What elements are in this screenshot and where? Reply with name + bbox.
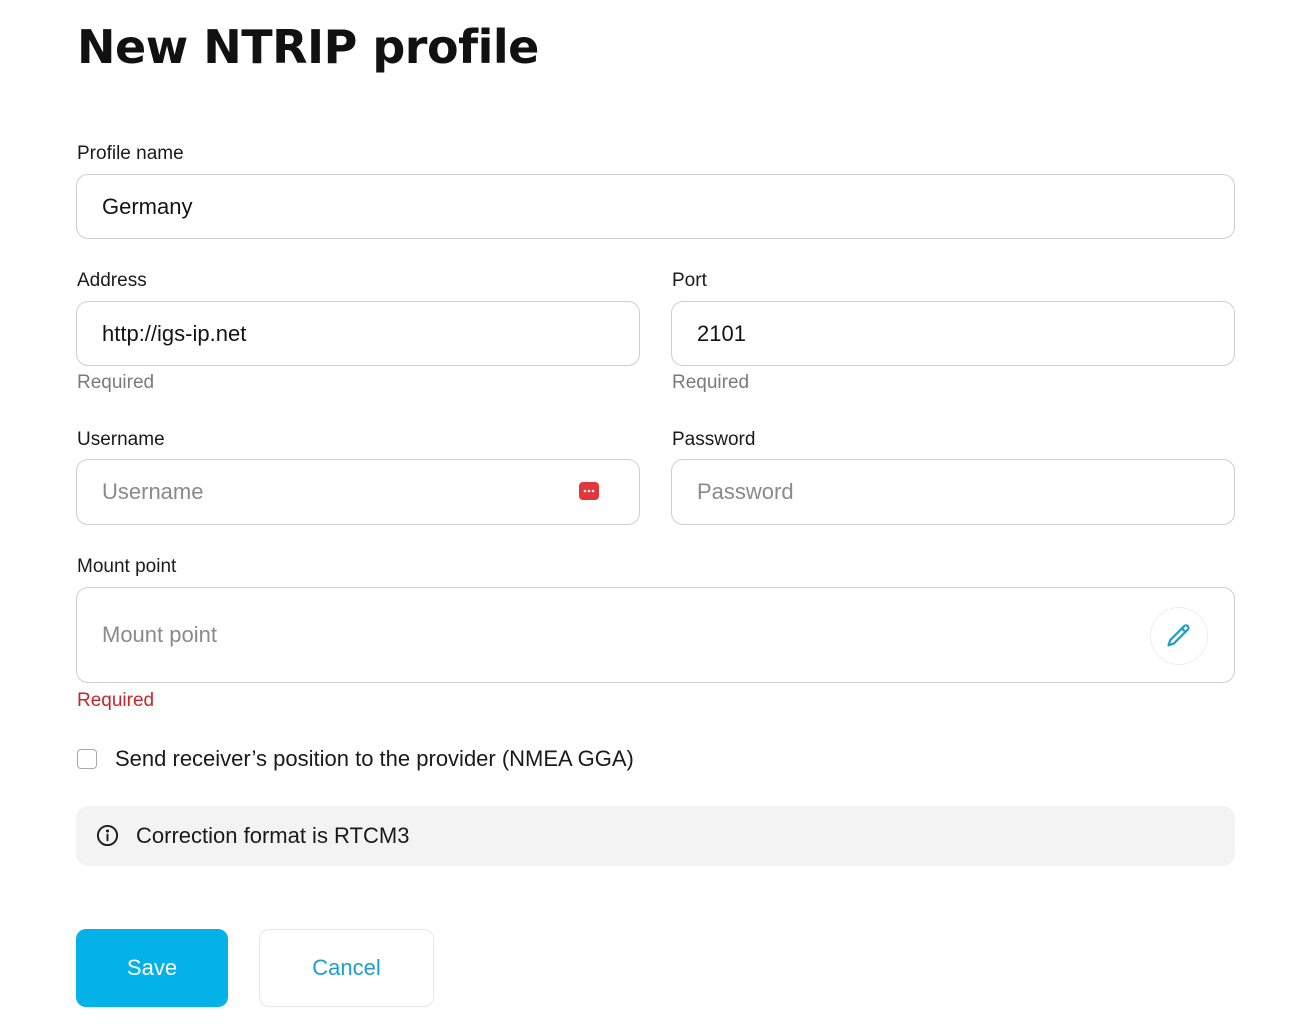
mount-point-input[interactable] <box>102 588 1134 682</box>
edit-mount-point-button[interactable] <box>1150 607 1208 665</box>
mount-point-label: Mount point <box>77 556 177 577</box>
send-position-checkbox[interactable] <box>77 749 97 769</box>
port-input[interactable] <box>697 302 1174 365</box>
port-label: Port <box>672 270 707 291</box>
password-label: Password <box>672 429 756 450</box>
page-title: New NTRIP profile <box>77 20 539 74</box>
address-input[interactable] <box>102 302 579 365</box>
password-field[interactable] <box>671 459 1235 525</box>
address-helper: Required <box>77 372 155 393</box>
mount-point-field[interactable] <box>76 587 1235 683</box>
address-field[interactable] <box>76 301 640 366</box>
username-field[interactable] <box>76 459 640 525</box>
password-input[interactable] <box>697 460 1174 524</box>
cancel-button[interactable]: Cancel <box>259 929 434 1007</box>
info-icon <box>96 824 119 847</box>
profile-name-input[interactable] <box>102 175 1174 238</box>
address-label: Address <box>77 270 147 291</box>
profile-name-label: Profile name <box>77 143 184 164</box>
username-label: Username <box>77 429 165 450</box>
profile-name-field[interactable] <box>76 174 1235 239</box>
username-input[interactable] <box>102 460 579 524</box>
port-helper: Required <box>672 372 750 393</box>
send-position-label[interactable]: Send receiver’s position to the provider… <box>115 746 634 772</box>
port-field[interactable] <box>671 301 1235 366</box>
mount-point-error: Required <box>77 690 155 711</box>
info-text: Correction format is RTCM3 <box>136 823 410 848</box>
pencil-icon <box>1167 624 1190 647</box>
password-manager-icon[interactable] <box>579 482 599 500</box>
save-button[interactable]: Save <box>76 929 228 1007</box>
info-banner: Correction format is RTCM3 <box>76 806 1235 866</box>
